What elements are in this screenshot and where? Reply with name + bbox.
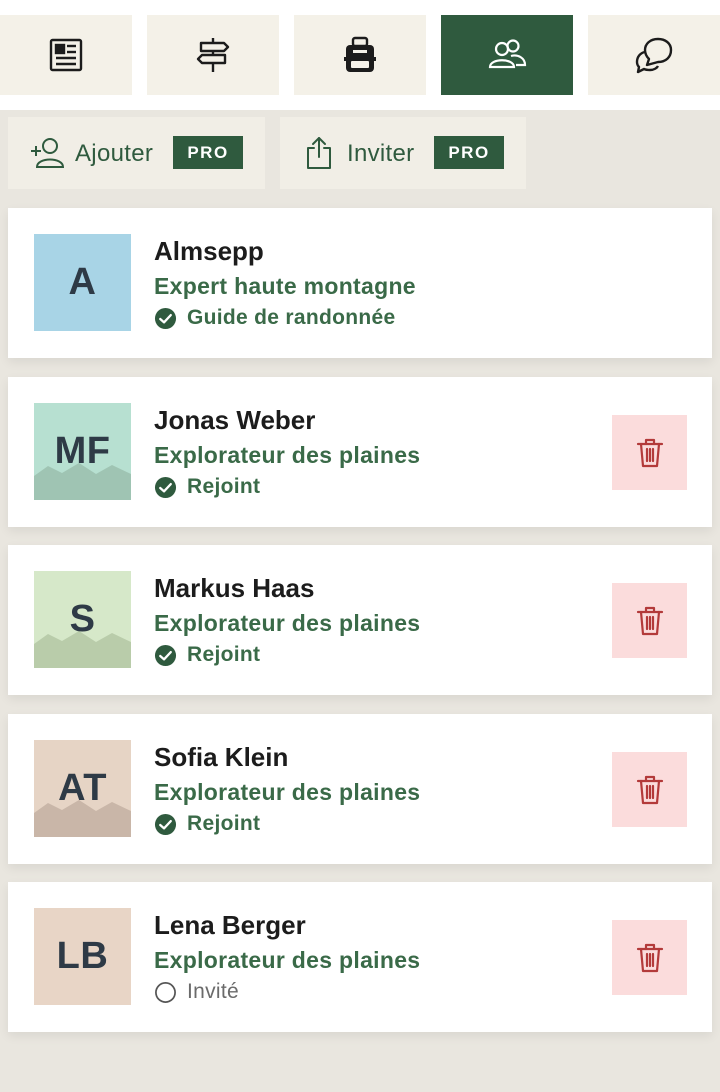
member-status-label: Rejoint [187, 812, 261, 835]
member-card[interactable]: AT Sofia Klein Explorateur des plaines R… [8, 714, 712, 864]
tab-chat[interactable] [588, 15, 720, 95]
member-status-label: Guide de randonnée [187, 306, 396, 329]
member-status-label: Rejoint [187, 643, 261, 666]
member-name: Markus Haas [154, 573, 315, 603]
pro-badge: PRO [173, 136, 243, 169]
member-status: Rejoint [154, 475, 260, 499]
avatar-initials: MF [54, 430, 111, 472]
add-user-icon [31, 138, 64, 168]
backpack-icon [344, 36, 376, 72]
delete-member-button[interactable] [612, 583, 687, 658]
avatar: S [34, 571, 131, 668]
signpost-icon [196, 38, 230, 72]
member-name: Jonas Weber [154, 405, 316, 435]
tab-members[interactable] [441, 15, 573, 95]
chat-icon [635, 37, 673, 74]
avatar-initials: LB [56, 935, 109, 977]
invite-button[interactable]: Inviter PRO [280, 117, 526, 189]
member-card[interactable]: S Markus Haas Explorateur des plaines Re… [8, 545, 712, 695]
avatar: AT [34, 740, 131, 837]
member-role: Explorateur des plaines [154, 947, 421, 973]
avatar: LB [34, 908, 131, 1005]
member-name: Almsepp [154, 236, 264, 266]
member-status: Rejoint [154, 643, 260, 667]
member-role: Explorateur des plaines [154, 442, 421, 468]
member-card[interactable]: A Almsepp Expert haute montagne Guide de… [8, 208, 712, 358]
users-icon [488, 39, 527, 69]
trash-icon [636, 606, 663, 635]
delete-member-button[interactable] [612, 920, 687, 995]
avatar-initials: A [68, 261, 97, 303]
member-name: Lena Berger [154, 910, 306, 940]
share-icon [307, 137, 331, 169]
avatar-initials: S [69, 598, 96, 640]
trash-icon [636, 943, 663, 972]
add-member-label: Ajouter [75, 140, 154, 167]
newspaper-icon [49, 38, 83, 72]
check-circle-icon [154, 307, 177, 329]
delete-member-button[interactable] [612, 415, 687, 490]
top-navigation [0, 0, 720, 110]
trash-icon [636, 438, 663, 467]
member-role: Explorateur des plaines [154, 779, 421, 805]
member-status-label: Rejoint [187, 475, 261, 498]
empty-circle-icon [155, 981, 176, 1003]
member-card[interactable]: LB Lena Berger Explorateur des plaines I… [8, 882, 712, 1032]
check-circle-icon [154, 644, 177, 666]
member-name: Sofia Klein [154, 742, 289, 772]
tab-news[interactable] [0, 15, 132, 95]
member-status: Guide de randonnée [154, 306, 395, 330]
check-circle-icon [154, 476, 177, 498]
member-role: Expert haute montagne [154, 273, 416, 299]
avatar: MF [34, 403, 131, 500]
add-member-button[interactable]: Ajouter PRO [8, 117, 265, 189]
tab-gear[interactable] [294, 15, 426, 95]
member-status: Invité [154, 980, 239, 1004]
member-role: Explorateur des plaines [154, 610, 421, 636]
invite-label: Inviter [347, 140, 415, 167]
pro-badge: PRO [434, 136, 504, 169]
avatar-initials: AT [58, 767, 107, 809]
tab-routes[interactable] [147, 15, 279, 95]
member-status: Rejoint [154, 812, 260, 836]
delete-member-button[interactable] [612, 752, 687, 827]
avatar: A [34, 234, 131, 331]
member-card[interactable]: MF Jonas Weber Explorateur des plaines R… [8, 377, 712, 527]
member-status-label: Invité [187, 980, 239, 1003]
check-circle-icon [154, 813, 177, 835]
trash-icon [636, 775, 663, 804]
